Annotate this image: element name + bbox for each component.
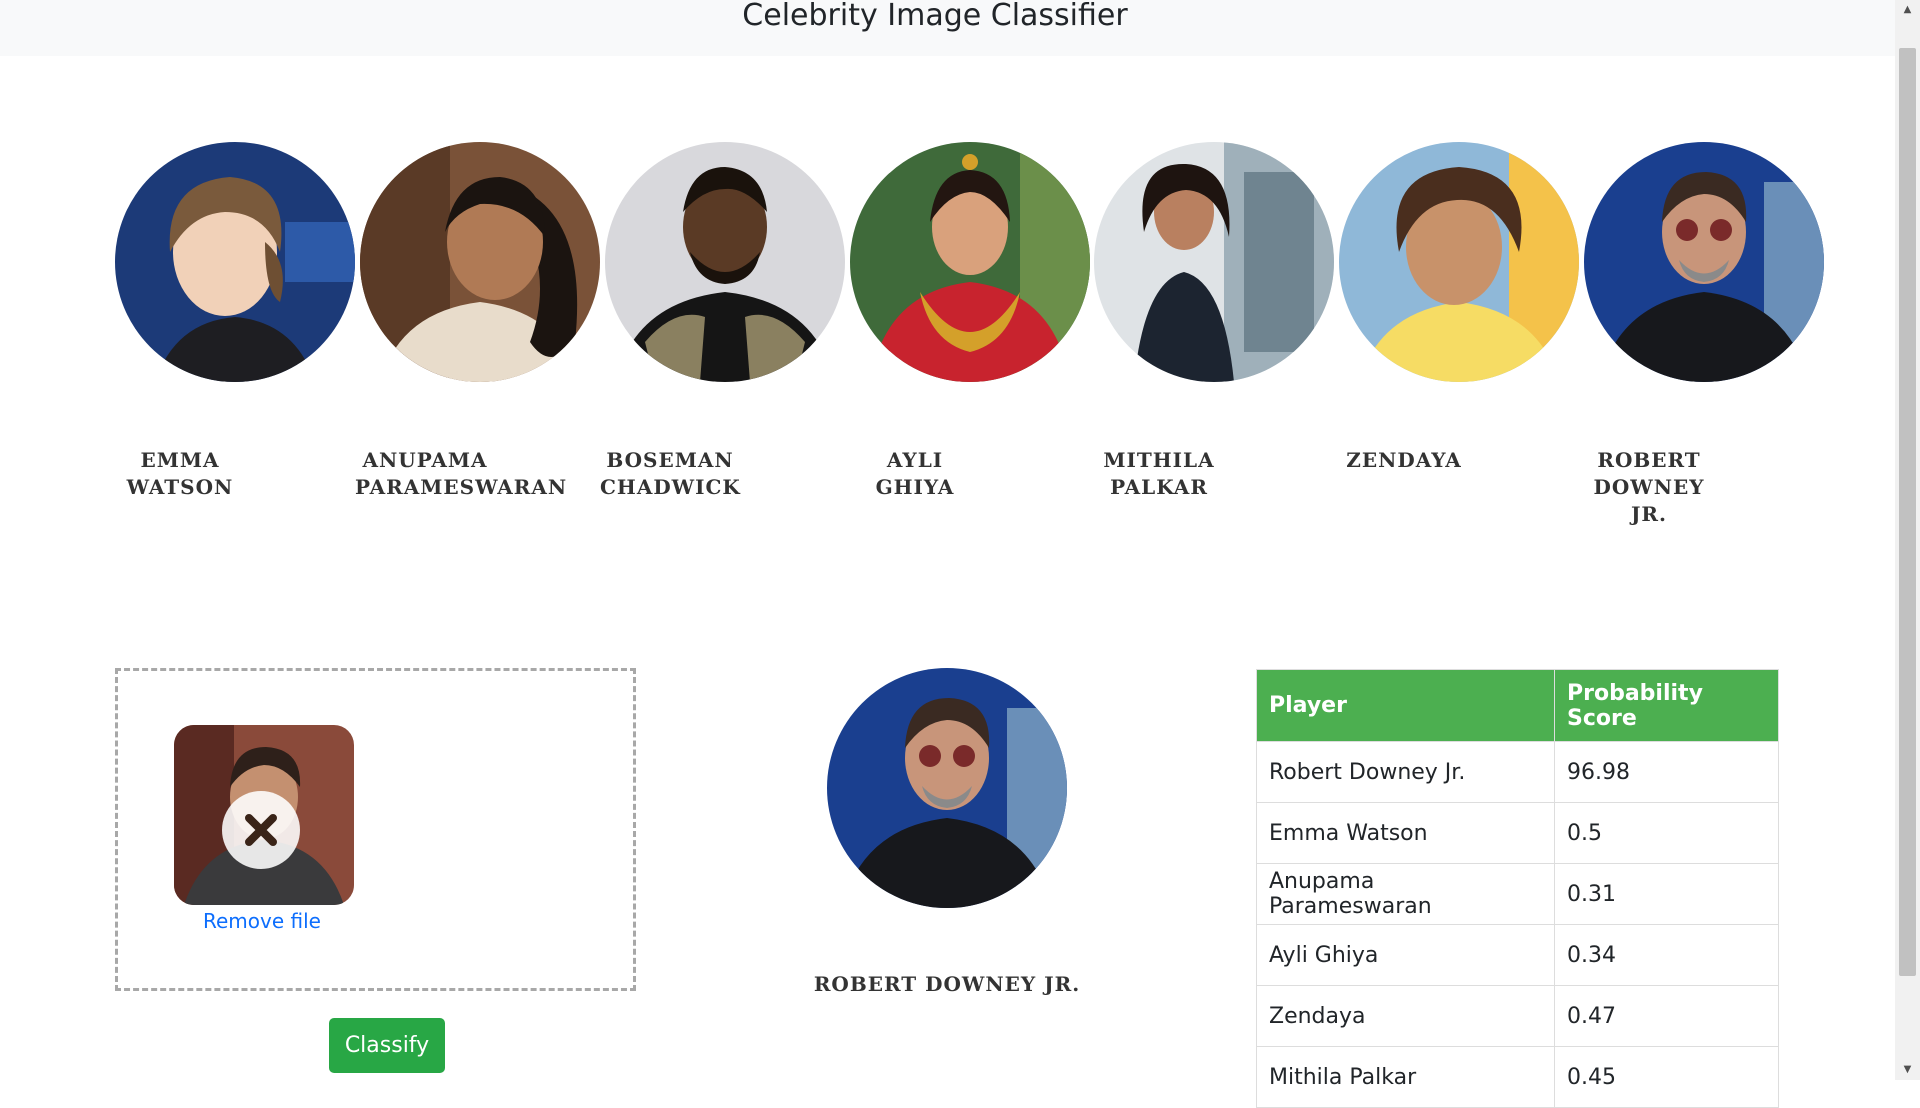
score-cell: 96.98 [1554,741,1779,803]
celebrity-name: MITHILA PALKAR [1103,448,1215,499]
probability-table: Player Probability Score Robert Downey J… [1256,669,1779,1108]
celebrity-name: ROBERT DOWNEY JR. [1593,448,1705,526]
score-cell: 0.47 [1554,985,1779,1047]
scroll-thumb[interactable] [1899,48,1916,976]
celebrity-photo [605,142,845,382]
app-header: Celebrity Image Classifier [0,0,1895,56]
score-cell: 0.45 [1554,1046,1779,1108]
column-header-player: Player [1256,669,1555,742]
column-header-probability: Probability Score [1554,669,1779,742]
player-cell: Ayli Ghiya [1256,924,1555,986]
celebrity-card-emma-watson: EMMA WATSON [115,142,355,499]
scroll-down-arrow-icon[interactable]: ▼ [1895,1060,1920,1080]
table-row: Anupama Parameswaran 0.31 [1256,863,1779,925]
remove-file-link[interactable]: Remove file [170,909,354,933]
table-row: Zendaya 0.47 [1256,985,1779,1047]
celebrity-card-ayli-ghiya: AYLI GHIYA [850,142,1090,499]
celebrity-name: BOSEMAN CHADWICK [600,448,741,499]
page-title: Celebrity Image Classifier [742,0,1128,33]
celebrity-name: AYLI GHIYA [875,448,955,499]
table-row: Emma Watson 0.5 [1256,802,1779,864]
player-cell: Anupama Parameswaran [1256,863,1555,925]
celebrity-photo [1584,142,1824,382]
table-row: Ayli Ghiya 0.34 [1256,924,1779,986]
result-photo [827,668,1067,908]
page-scrollbar[interactable]: ▲ ▼ [1895,0,1920,1080]
remove-file-icon[interactable] [222,791,300,869]
scroll-up-arrow-icon[interactable]: ▲ [1895,0,1920,20]
player-cell: Robert Downey Jr. [1256,741,1555,803]
celebrity-photo [850,142,1090,382]
result-name: ROBERT DOWNEY JR. [813,972,1081,996]
player-cell: Zendaya [1256,985,1555,1047]
celebrity-name: ANUPAMA PARAMESWARAN [355,448,568,499]
celebrity-name: EMMA WATSON [126,448,234,499]
celebrity-photo [360,142,600,382]
celebrity-card-anupama-parameswaran: ANUPAMA PARAMESWARAN [355,142,600,499]
celebrity-photo [1094,142,1334,382]
score-cell: 0.31 [1554,863,1779,925]
table-row: Mithila Palkar 0.45 [1256,1046,1779,1108]
celebrity-card-mithila-palkar: MITHILA PALKAR [1094,142,1334,499]
celebrity-card-boseman-chadwick: BOSEMAN CHADWICK [600,142,845,499]
score-cell: 0.34 [1554,924,1779,986]
celebrity-photo [1339,142,1579,382]
score-cell: 0.5 [1554,802,1779,864]
table-row: Robert Downey Jr. 96.98 [1256,741,1779,803]
classify-button[interactable]: Classify [329,1018,445,1073]
celebrity-card-robert-downey-jr: ROBERT DOWNEY JR. [1584,142,1824,526]
table-header-row: Player Probability Score [1256,669,1779,742]
celebrity-name: ZENDAYA [1346,448,1462,472]
player-cell: Emma Watson [1256,802,1555,864]
celebrity-card-zendaya: ZENDAYA [1339,142,1579,472]
player-cell: Mithila Palkar [1256,1046,1555,1108]
file-dropzone[interactable] [115,668,636,991]
celebrity-photo [115,142,355,382]
